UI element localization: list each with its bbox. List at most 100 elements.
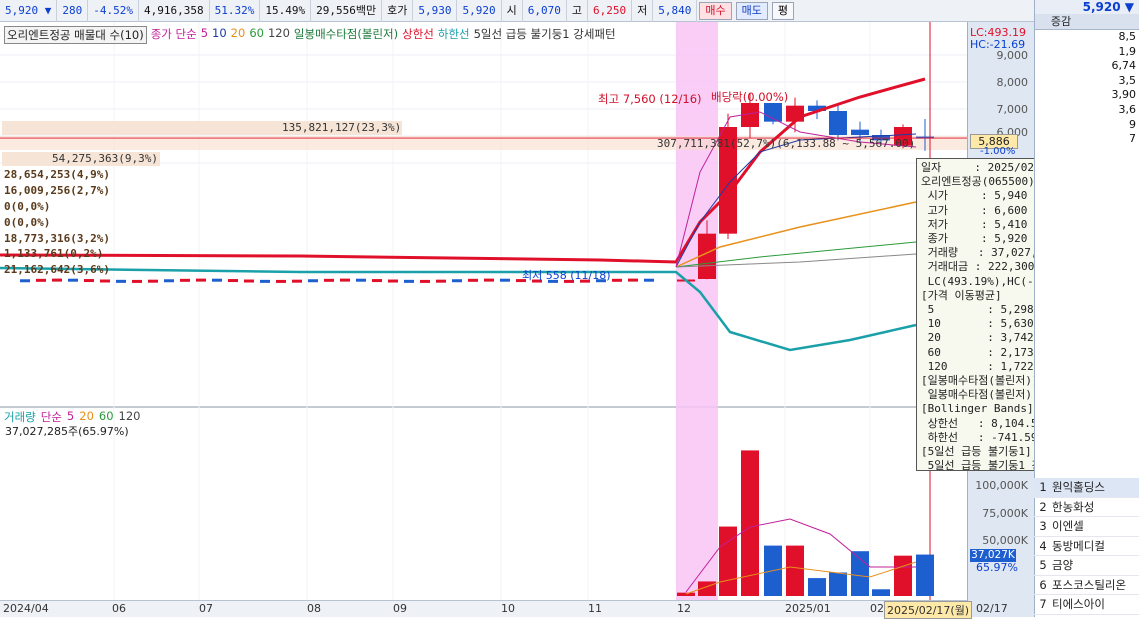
legend-surge[interactable]: 5일선 급등 불기둥1 강세패턴: [474, 26, 616, 44]
price-tick-9000: 9,000: [996, 49, 1029, 62]
flat-candle: [148, 279, 158, 283]
pct-tag: -1.00%: [980, 146, 1016, 157]
flat-candle: [500, 278, 510, 282]
high-value: 6,250: [588, 0, 633, 22]
ranking-list: 1 원익홀딩스 2 한농화성 3 이엔셀 4 동방메디컬 5 금양 6 포스코스틸리온 7티…: [1034, 478, 1139, 615]
flat-candle: [468, 278, 478, 282]
volume-profile-label-5: 0(0,0%): [4, 200, 51, 213]
price-tick-8000: 8,000: [996, 76, 1029, 89]
flat-candle: [260, 279, 270, 283]
flat-candle: [212, 278, 222, 282]
chart-title[interactable]: 오리엔트정공 매물대 수(10): [4, 26, 147, 44]
flat-candle: [164, 279, 174, 283]
legend-ma120[interactable]: 120: [268, 26, 290, 44]
flat-candle: [644, 278, 654, 282]
low-label: 저: [632, 0, 654, 22]
price-change-pct: -4.52%: [88, 0, 139, 22]
volume-bar: [894, 555, 912, 596]
current-volume-tag: 37,027K: [970, 549, 1016, 562]
ranking-item[interactable]: 3 이엔셀: [1034, 517, 1139, 537]
date-axis[interactable]: 2024/04 06 07 08 09 10 11 12 2025/01 02 …: [0, 600, 1008, 619]
ranking-item[interactable]: 1 원익홀딩스: [1034, 478, 1139, 498]
flat-candle: [612, 278, 622, 282]
price-tick-7000: 7,000: [996, 103, 1029, 116]
side-header: 증감: [1035, 14, 1139, 30]
eval-button[interactable]: 평: [771, 1, 794, 20]
x-label-11: 11: [588, 602, 602, 615]
band-annotation: 307,711,381(52,7%)(6,133.88 ~ 5,567.00): [657, 137, 916, 150]
dividend-annotation: 배당락(0.00%): [711, 90, 789, 104]
legend-ma5[interactable]: 5: [201, 26, 208, 44]
volume-profile-label-1: 135,821,127(23,3%): [2, 121, 402, 135]
side-row: 3,6: [1118, 102, 1137, 116]
flat-candle: [436, 279, 446, 283]
volume: 4,916,358: [139, 0, 210, 22]
flat-candle: [132, 279, 142, 283]
volume-tick-75k: 75,000K: [982, 507, 1028, 520]
flat-candle: [228, 279, 238, 283]
candle-body: [829, 111, 847, 135]
low-value: 5,840: [653, 0, 698, 22]
flat-candle: [484, 278, 494, 282]
bid-value: 5,920: [457, 0, 502, 22]
candle-body: [851, 129, 869, 135]
legend-lower[interactable]: 하한선: [438, 26, 470, 44]
flat-candle: [420, 279, 430, 283]
flat-candle: [116, 279, 126, 283]
ranking-item[interactable]: 5 금양: [1034, 556, 1139, 576]
flat-candle: [308, 279, 318, 283]
flat-candle: [372, 279, 382, 283]
flat-candle: [100, 279, 110, 283]
ranking-item[interactable]: 6 포스코스틸리온: [1034, 576, 1139, 595]
flat-candle: [292, 279, 302, 283]
volume-bar: [872, 589, 890, 596]
flat-candle: [356, 278, 366, 282]
ranking-item[interactable]: 4 동방메디컬: [1034, 537, 1139, 556]
down-arrow-icon: ▼: [44, 3, 52, 17]
side-row: 6,74: [1111, 59, 1137, 73]
turnover: 15.49%: [260, 0, 312, 22]
x-label-08: 08: [307, 602, 321, 615]
sell-button[interactable]: 매도: [735, 1, 768, 20]
flat-candle: [36, 278, 46, 282]
ask-value: 5,930: [413, 0, 458, 22]
volume-bar: [808, 578, 826, 596]
legend-upper[interactable]: 상한선: [402, 26, 434, 44]
volume-tick-50k: 50,000K: [982, 534, 1028, 547]
legend-ma60[interactable]: 60: [249, 26, 264, 44]
volume-profile-label-9: 21,162,642(3,6%): [4, 263, 110, 276]
flat-candle: [276, 279, 286, 283]
volume-bar: [916, 554, 934, 596]
flat-candle: [84, 279, 94, 283]
legend-ma10[interactable]: 10: [212, 26, 227, 44]
x-label-07: 07: [199, 602, 213, 615]
ranking-item[interactable]: 7 티에스아이: [1034, 595, 1139, 615]
ranking-item[interactable]: 2 한농화성: [1034, 498, 1139, 517]
legend-close[interactable]: 종가 단순: [151, 26, 197, 44]
volume-bar: [677, 592, 695, 596]
open-value: 6,070: [523, 0, 567, 22]
x-label-2024-04: 2024/04: [3, 602, 49, 615]
volume-pct: 65.97%: [976, 561, 1018, 574]
side-row: 8,5: [1118, 30, 1137, 43]
volume-profile-label-4: 16,009,256(2,7%): [4, 184, 110, 197]
ask-label: 호가: [382, 0, 414, 22]
side-row: 1,9: [1118, 44, 1137, 58]
flat-candle: [340, 278, 350, 282]
price-chart[interactable]: [0, 22, 967, 617]
volume-total: 37,027,285주(65.97%): [5, 425, 129, 438]
flat-candle: [68, 278, 78, 282]
current-price: 5,920 ▼: [0, 0, 58, 22]
x-label-09: 09: [393, 602, 407, 615]
flat-candle: [324, 278, 334, 282]
side-header-change: 증감: [1050, 15, 1072, 28]
price-change: 280: [57, 0, 89, 22]
legend-bollinger[interactable]: 일봉매수타점(볼린저): [294, 26, 398, 44]
legend-ma20[interactable]: 20: [231, 26, 246, 44]
buy-button[interactable]: 매수: [699, 1, 732, 20]
flat-candle: [196, 278, 206, 282]
volume-profile-label-6: 0(0,0%): [4, 216, 51, 229]
side-row: 3,90: [1111, 88, 1137, 102]
volume-bar: [786, 545, 804, 596]
volume-tick-100k: 100,000K: [975, 479, 1028, 492]
